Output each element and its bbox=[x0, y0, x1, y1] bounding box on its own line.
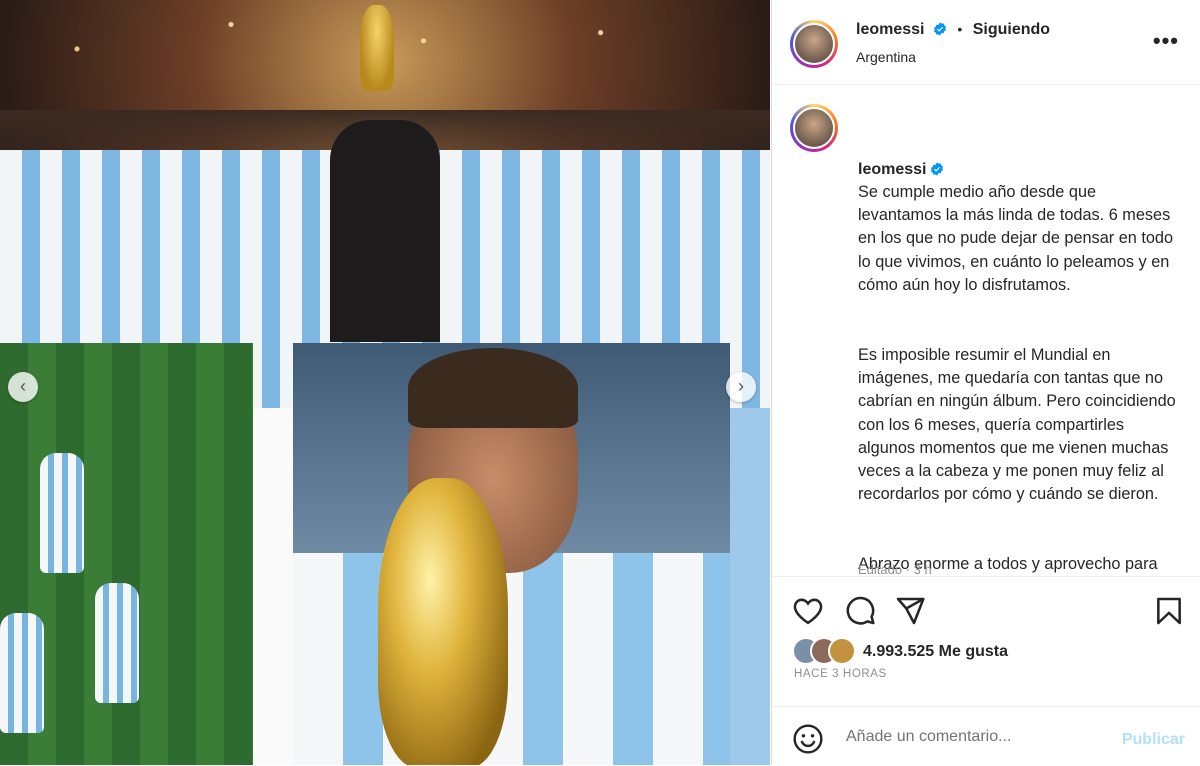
following-button[interactable]: Siguiendo bbox=[973, 21, 1050, 38]
messi-shirt bbox=[293, 553, 730, 765]
player-figure bbox=[40, 453, 84, 573]
likes-label: Me gusta bbox=[938, 643, 1008, 660]
more-horizontal-icon: ••• bbox=[1152, 28, 1179, 53]
edited-timestamp: Editado · 3 h bbox=[858, 562, 932, 576]
header-line: leomessi • Siguiendo bbox=[856, 21, 1050, 39]
caption-paragraph-1: Se cumple medio año desde que levantamos… bbox=[858, 182, 1174, 295]
trophy-raised bbox=[360, 5, 394, 91]
caption-paragraph-2: Es imposible resumir el Mundial en imáge… bbox=[858, 345, 1176, 504]
likes-count[interactable]: 4.993.525 Me gusta bbox=[863, 643, 1008, 661]
post-media-collage: ‹ › bbox=[0, 0, 770, 765]
verified-badge-icon bbox=[933, 22, 946, 36]
caption-username-link[interactable]: leomessi bbox=[858, 161, 926, 178]
caption-avatar[interactable] bbox=[790, 104, 838, 152]
avatar-image bbox=[793, 23, 835, 65]
location-link[interactable]: Argentina bbox=[856, 49, 916, 65]
chevron-right-icon: › bbox=[738, 376, 744, 396]
username-link[interactable]: leomessi bbox=[856, 21, 924, 38]
post-side-panel: leomessi • Siguiendo Argentina ••• leome… bbox=[771, 0, 1200, 765]
post-actions: 4.993.525 Me gusta HACE 3 HORAS bbox=[772, 576, 1200, 707]
player-figure bbox=[0, 613, 44, 733]
header-separator: • bbox=[957, 21, 963, 37]
avatar-image bbox=[793, 107, 835, 149]
next-photo-edge bbox=[730, 408, 770, 765]
photo-messi-trophy bbox=[293, 343, 730, 765]
likes-number: 4.993.525 bbox=[863, 643, 935, 660]
carousel-next-button[interactable]: › bbox=[726, 372, 756, 402]
post-time: HACE 3 HORAS bbox=[794, 668, 887, 680]
post-header: leomessi • Siguiendo Argentina ••• bbox=[772, 0, 1200, 85]
caption-area: leomessi Se cumple medio año desde que l… bbox=[772, 84, 1200, 576]
instagram-post-view: ‹ › leomessi • Siguiendo Argentina ••• l… bbox=[0, 0, 1200, 765]
heart-icon[interactable] bbox=[792, 595, 824, 627]
profile-avatar[interactable] bbox=[790, 20, 838, 68]
comment-input[interactable] bbox=[844, 721, 1108, 753]
send-icon[interactable] bbox=[894, 595, 926, 627]
publish-button[interactable]: Publicar bbox=[1122, 731, 1185, 749]
chevron-left-icon: ‹ bbox=[20, 376, 26, 396]
comment-box: Publicar bbox=[772, 706, 1200, 766]
bookmark-icon[interactable] bbox=[1153, 595, 1185, 627]
world-cup-trophy bbox=[378, 478, 508, 765]
verified-badge-icon bbox=[931, 161, 944, 176]
caption-text: leomessi Se cumple medio año desde que l… bbox=[858, 111, 1178, 576]
messi-hair bbox=[408, 348, 578, 428]
player-with-robe bbox=[330, 120, 440, 342]
photo-pitch-celebration bbox=[0, 343, 253, 765]
comment-icon[interactable] bbox=[844, 595, 876, 627]
player-figure bbox=[95, 583, 139, 703]
more-options-button[interactable]: ••• bbox=[1153, 28, 1179, 54]
carousel-prev-button[interactable]: ‹ bbox=[8, 372, 38, 402]
liker-avatar bbox=[828, 637, 856, 665]
smiley-icon[interactable] bbox=[792, 723, 824, 755]
